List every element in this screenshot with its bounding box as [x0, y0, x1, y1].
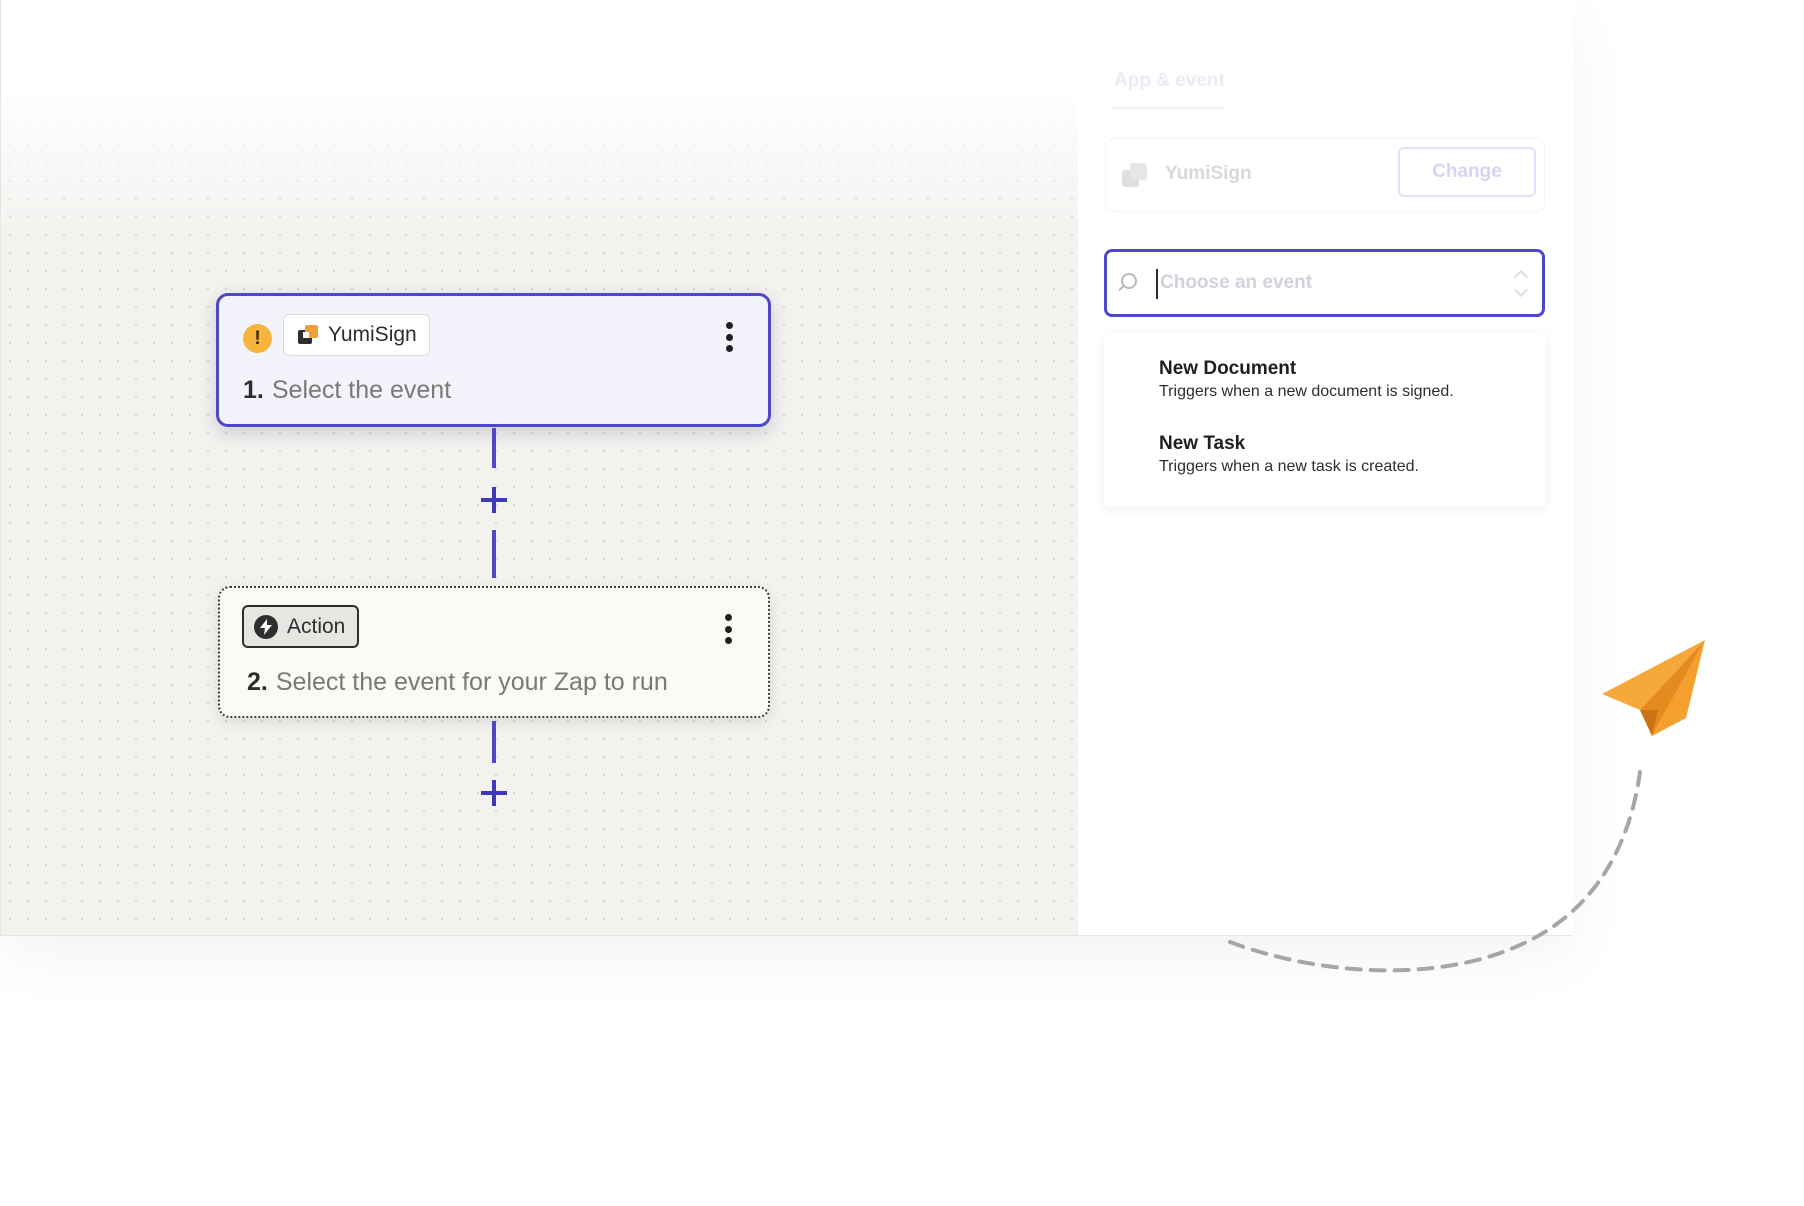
trigger-step-number: 1. — [243, 376, 264, 404]
tab-underline — [1112, 107, 1224, 109]
change-app-button[interactable]: Change — [1398, 147, 1536, 197]
canvas-fade — [1, 0, 1078, 240]
event-search-input[interactable] — [1160, 266, 1490, 300]
event-option[interactable]: New Document Triggers when a new documen… — [1159, 358, 1454, 401]
connector-line — [492, 530, 496, 578]
trigger-step-card[interactable]: ! YumiSign 1. Select the event — [216, 293, 771, 427]
trigger-step-title: 1. Select the event — [243, 376, 451, 405]
select-arrows-icon — [1513, 268, 1529, 298]
event-option-title: New Task — [1159, 433, 1246, 454]
tab-app-event[interactable]: App & event — [1114, 70, 1225, 92]
plus-icon[interactable] — [478, 777, 510, 809]
search-icon — [1121, 273, 1137, 289]
kebab-menu-icon[interactable] — [724, 322, 734, 352]
event-option-description: Triggers when a new task is created. — [1159, 458, 1419, 475]
trigger-step-label: Select the event — [271, 376, 452, 404]
connector-line — [492, 721, 496, 763]
event-option[interactable]: New Task Triggers when a new task is cre… — [1159, 433, 1419, 476]
trigger-app-name: YumiSign — [328, 323, 417, 346]
action-step-title: 2. Select the event for your Zap to run — [247, 668, 668, 697]
kebab-menu-icon[interactable] — [723, 614, 733, 644]
selected-app-name: YumiSign — [1165, 163, 1252, 184]
event-search-field[interactable] — [1104, 249, 1545, 317]
event-option-title: New Document — [1159, 358, 1297, 379]
dashed-trail — [1228, 770, 1642, 973]
action-step-card[interactable]: Action 2. Select the event for your Zap t… — [218, 586, 770, 718]
event-options-dropdown: New Document Triggers when a new documen… — [1104, 333, 1545, 507]
yumisign-logo-icon — [1122, 163, 1148, 189]
warning-icon: ! — [243, 324, 272, 353]
action-step-label: Select the event for your Zap to run — [275, 668, 668, 696]
event-option-description: Triggers when a new document is signed. — [1159, 383, 1454, 400]
bolt-icon — [254, 614, 278, 639]
text-cursor — [1156, 269, 1158, 299]
paper-plane-icon — [1602, 640, 1705, 736]
action-step-number: 2. — [247, 668, 268, 696]
action-chip: Action — [242, 605, 360, 648]
action-chip-label: Action — [287, 614, 346, 638]
trigger-app-chip: YumiSign — [283, 314, 430, 356]
yumisign-logo-icon — [298, 325, 318, 345]
plus-icon[interactable] — [478, 484, 510, 516]
connector-line — [492, 428, 496, 468]
